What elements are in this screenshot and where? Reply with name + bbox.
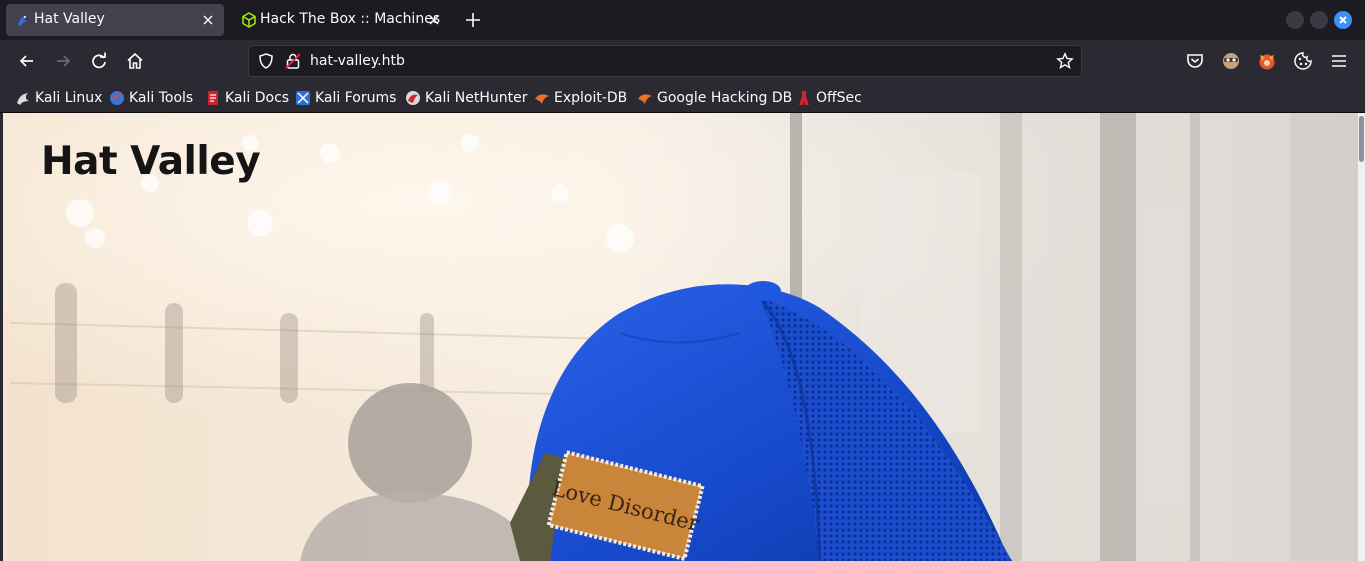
maximize-window-button[interactable] xyxy=(1310,11,1328,29)
bookmark-label: Google Hacking DB xyxy=(657,90,793,106)
nethunter-icon xyxy=(406,91,420,105)
minimize-window-button[interactable] xyxy=(1286,11,1304,29)
shield-icon[interactable] xyxy=(257,52,275,70)
bookmark-kali-tools[interactable]: Kali Tools xyxy=(109,88,193,108)
new-tab-plus-icon[interactable] xyxy=(462,9,484,31)
page-viewport: Love Disorder Hat Valley xyxy=(0,113,1365,561)
close-window-button[interactable] xyxy=(1334,11,1352,29)
extension-face-icon[interactable] xyxy=(1221,51,1241,71)
hamburger-menu-icon[interactable] xyxy=(1329,51,1349,71)
tab-title: Hat Valley xyxy=(34,11,105,27)
address-bar[interactable]: hat-valley.htb xyxy=(248,45,1082,77)
bookmark-label: Kali Forums xyxy=(315,90,397,106)
bookmark-label: Kali Tools xyxy=(129,90,194,106)
bookmark-offsec[interactable]: OffSec xyxy=(796,88,862,108)
navigation-toolbar: hat-valley.htb xyxy=(0,40,1365,82)
bookmark-kali-linux[interactable]: Kali Linux xyxy=(15,88,102,108)
htb-cube-icon xyxy=(242,12,256,28)
tab-hat-valley[interactable]: Hat Valley xyxy=(6,4,224,36)
bookmark-kali-forums[interactable]: Kali Forums xyxy=(295,88,396,108)
bookmark-google-hacking-db[interactable]: Google Hacking DB xyxy=(637,88,792,108)
ghdb-icon xyxy=(638,94,652,104)
tab-title: Hack The Box :: Machines xyxy=(260,11,441,27)
close-tab-icon[interactable] xyxy=(426,12,442,28)
pocket-icon[interactable] xyxy=(1185,51,1205,71)
kali-dragon-icon xyxy=(17,93,29,105)
bookmark-star-icon[interactable] xyxy=(1056,52,1074,70)
close-tab-icon[interactable] xyxy=(200,12,216,28)
exploit-db-icon xyxy=(535,94,549,104)
bookmark-label: Kali Docs xyxy=(225,90,290,106)
bookmarks-toolbar: Kali Linux Kali Tools Kali Docs Kali For… xyxy=(0,82,1365,113)
bookmark-label: OffSec xyxy=(816,90,862,106)
tab-strip: Hat Valley Hack The Box :: Machines xyxy=(0,0,1365,40)
extension-fox-icon[interactable] xyxy=(1257,51,1277,71)
bookmark-kali-nethunter[interactable]: Kali NetHunter xyxy=(405,88,527,108)
site-title: Hat Valley xyxy=(41,139,261,184)
kali-forums-icon xyxy=(296,91,310,105)
bookmark-label: Kali NetHunter xyxy=(425,90,528,106)
scrollbar-thumb[interactable] xyxy=(1359,116,1364,162)
url-text[interactable]: hat-valley.htb xyxy=(310,53,405,69)
bookmark-label: Exploit-DB xyxy=(554,90,628,106)
kali-dragon-icon xyxy=(18,15,27,26)
kali-docs-icon xyxy=(208,91,218,105)
reload-icon[interactable] xyxy=(89,51,109,71)
kali-tools-icon xyxy=(110,91,124,105)
tab-hack-the-box[interactable]: Hack The Box :: Machines xyxy=(232,4,450,36)
vertical-scrollbar[interactable] xyxy=(1358,113,1365,561)
bookmark-exploit-db[interactable]: Exploit-DB xyxy=(534,88,627,108)
cookie-icon[interactable] xyxy=(1293,51,1313,71)
bookmark-label: Kali Linux xyxy=(35,90,103,106)
close-icon xyxy=(1339,16,1347,24)
insecure-lock-icon[interactable] xyxy=(284,52,302,70)
bookmark-kali-docs[interactable]: Kali Docs xyxy=(205,88,289,108)
offsec-icon xyxy=(799,91,809,105)
home-icon[interactable] xyxy=(125,51,145,71)
forward-arrow-icon[interactable] xyxy=(53,51,73,71)
back-arrow-icon[interactable] xyxy=(17,51,37,71)
page-left-border xyxy=(0,113,3,561)
